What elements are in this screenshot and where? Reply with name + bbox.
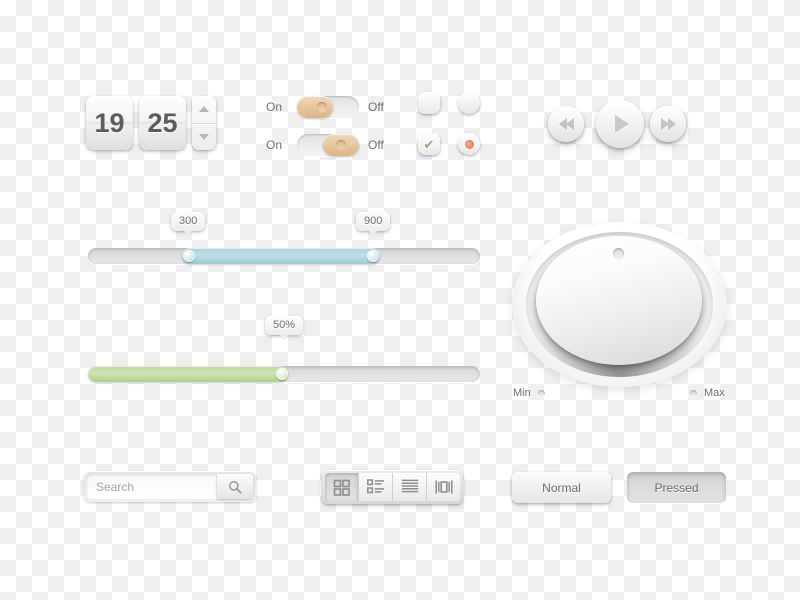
range-slider-handle-high[interactable] xyxy=(367,250,379,262)
lines-view-icon xyxy=(401,479,418,493)
checkbox-checked[interactable]: ✔ xyxy=(418,133,440,155)
search-icon xyxy=(228,480,242,494)
segment-grid-view[interactable] xyxy=(325,473,359,501)
segment-list-view[interactable] xyxy=(359,473,393,501)
rewind-button[interactable] xyxy=(548,106,584,142)
fast-forward-icon xyxy=(660,118,676,130)
knob-min-dot-icon xyxy=(537,389,545,397)
knob-max-dot-icon xyxy=(690,389,697,397)
progress-slider-fill xyxy=(88,366,288,382)
rotary-knob[interactable] xyxy=(512,222,727,387)
toggle-knob[interactable] xyxy=(323,134,359,156)
search-box[interactable]: Search xyxy=(84,471,256,502)
checkbox-unchecked[interactable] xyxy=(418,92,440,114)
number-stepper[interactable]: 19 25 xyxy=(86,96,216,150)
grid-view-icon xyxy=(333,479,350,496)
radio-unselected[interactable] xyxy=(458,92,480,114)
range-slider-fill xyxy=(182,248,380,264)
check-icon: ✔ xyxy=(423,136,435,152)
toggle-off-label: Off xyxy=(368,100,384,114)
toggle-on-label: On xyxy=(266,100,283,114)
normal-button[interactable]: Normal xyxy=(512,472,611,503)
view-mode-segmented-control[interactable] xyxy=(322,470,463,504)
knob-face[interactable] xyxy=(536,236,702,365)
toggle-switch-on[interactable]: On Off xyxy=(266,96,384,118)
pressed-button[interactable]: Pressed xyxy=(627,472,726,503)
toggle-off-label: Off xyxy=(368,138,384,152)
range-slider-handle-low[interactable] xyxy=(183,250,195,262)
knob-max-label-group: Max xyxy=(690,387,725,399)
knob-min-label-group: Min xyxy=(513,387,545,399)
list-view-icon xyxy=(366,479,384,494)
range-slider-high-tooltip: 900 xyxy=(356,212,391,236)
triangle-down-icon xyxy=(199,133,209,140)
rewind-icon xyxy=(558,118,574,130)
ui-kit-canvas: 19 25 On Off On Off ✔ 300 900 50% Min Ma… xyxy=(0,0,800,600)
play-button[interactable] xyxy=(596,100,644,148)
toggle-track[interactable] xyxy=(297,134,359,156)
knob-indicator-dot-icon xyxy=(613,248,624,259)
range-slider-track[interactable] xyxy=(88,248,480,264)
play-icon xyxy=(615,115,629,133)
range-slider-low-tooltip: 300 xyxy=(171,212,206,236)
search-button[interactable] xyxy=(217,474,253,499)
knob-max-label: Max xyxy=(704,387,725,399)
progress-slider-track[interactable] xyxy=(88,366,480,382)
forward-button[interactable] xyxy=(650,106,686,142)
radio-dot-icon xyxy=(464,139,474,149)
segment-coverflow-view[interactable] xyxy=(427,473,460,501)
radio-selected[interactable] xyxy=(458,133,480,155)
knob-min-label: Min xyxy=(513,387,531,399)
search-input[interactable]: Search xyxy=(87,474,217,499)
toggle-knob[interactable] xyxy=(297,96,333,118)
progress-slider-tooltip: 50% xyxy=(265,316,304,340)
segment-lines-view[interactable] xyxy=(393,473,427,501)
coverflow-view-icon xyxy=(434,480,453,494)
stepper-digit-left: 19 xyxy=(86,96,133,150)
stepper-digit-right: 25 xyxy=(139,96,186,150)
toggle-on-label: On xyxy=(266,138,283,152)
stepper-spin-buttons[interactable] xyxy=(192,96,216,150)
triangle-up-icon xyxy=(199,106,209,113)
stepper-increment-button[interactable] xyxy=(192,96,216,124)
toggle-track[interactable] xyxy=(297,96,359,118)
progress-slider-handle[interactable] xyxy=(276,368,288,380)
stepper-decrement-button[interactable] xyxy=(192,124,216,151)
toggle-switch-off[interactable]: On Off xyxy=(266,134,384,156)
